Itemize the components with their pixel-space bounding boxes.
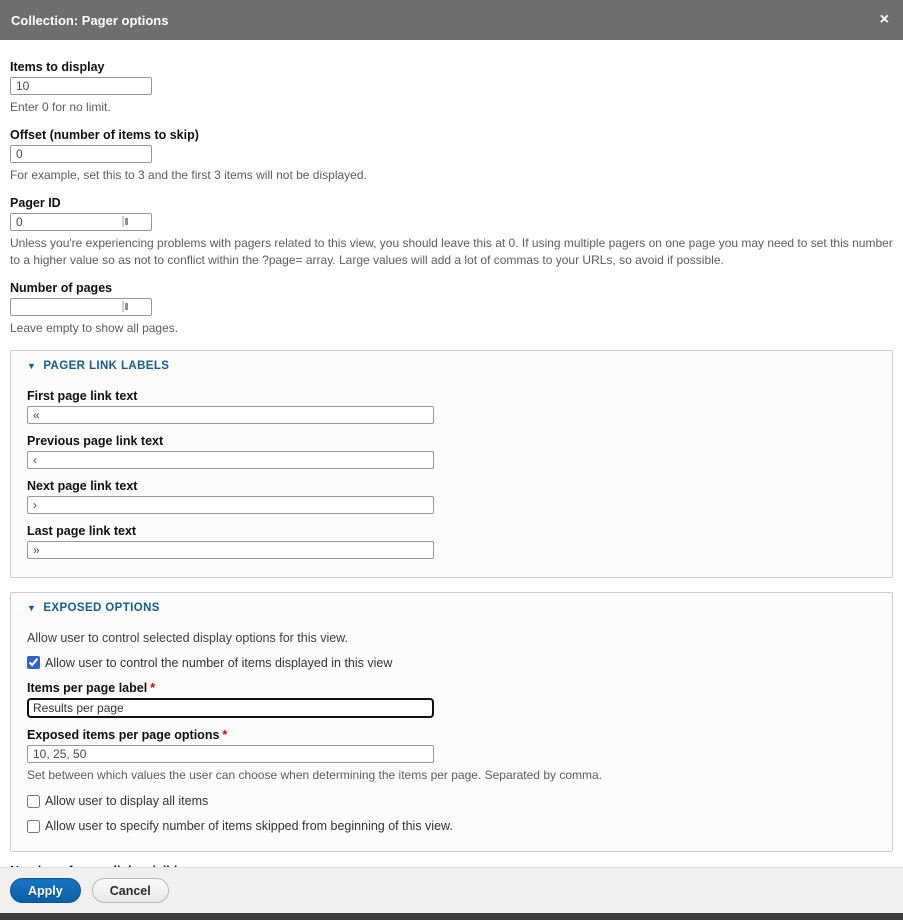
required-asterisk: *	[222, 728, 227, 742]
number-of-pages-help: Leave empty to show all pages.	[10, 320, 893, 336]
exposed-items-options-help: Set between which values the user can ch…	[27, 767, 876, 783]
pager-link-labels-legend-text: PAGER LINK LABELS	[43, 360, 169, 372]
control-items-checkbox[interactable]	[27, 656, 40, 669]
apply-button[interactable]: Apply	[10, 878, 81, 903]
specify-skipped-checkbox-row: Allow user to specify number of items sk…	[27, 819, 876, 833]
pager-id-field: Pager ID Unless you're experiencing prob…	[10, 196, 893, 267]
previous-page-link-field: Previous page link text	[27, 434, 876, 469]
previous-page-link-label: Previous page link text	[27, 434, 876, 448]
pager-id-label: Pager ID	[10, 196, 893, 210]
control-items-checkbox-row: Allow user to control the number of item…	[27, 656, 876, 670]
next-page-link-label: Next page link text	[27, 479, 876, 493]
number-of-pages-label: Number of pages	[10, 281, 893, 295]
offset-help: For example, set this to 3 and the first…	[10, 167, 893, 183]
dialog-titlebar: Collection: Pager options ×	[0, 0, 903, 40]
display-all-checkbox[interactable]	[27, 795, 40, 808]
items-to-display-label: Items to display	[10, 60, 893, 74]
exposed-items-options-label: Exposed items per page options*	[27, 728, 876, 742]
offset-input[interactable]	[10, 145, 152, 163]
dialog-title: Collection: Pager options	[11, 13, 880, 28]
display-all-checkbox-row: Allow user to display all items	[27, 794, 876, 808]
exposed-options-description: Allow user to control selected display o…	[27, 631, 876, 645]
first-page-link-input[interactable]	[27, 406, 434, 424]
spinner-icon[interactable]	[122, 216, 128, 227]
offset-label: Offset (number of items to skip)	[10, 128, 893, 142]
exposed-items-options-field: Exposed items per page options* Set betw…	[27, 728, 876, 783]
chevron-down-icon: ▼	[27, 603, 36, 613]
previous-page-link-input[interactable]	[27, 451, 434, 469]
dialog-footer: Apply Cancel	[0, 867, 903, 913]
display-all-checkbox-label[interactable]: Allow user to display all items	[45, 794, 208, 808]
specify-skipped-checkbox-label[interactable]: Allow user to specify number of items sk…	[45, 819, 453, 833]
cancel-button[interactable]: Cancel	[92, 878, 169, 903]
page-behind-strip	[0, 913, 903, 920]
spinner-icon[interactable]	[122, 301, 128, 312]
number-of-pages-field: Number of pages Leave empty to show all …	[10, 281, 893, 336]
last-page-link-field: Last page link text	[27, 524, 876, 559]
dialog-body: Items to display Enter 0 for no limit. O…	[0, 40, 903, 867]
last-page-link-label: Last page link text	[27, 524, 876, 538]
pager-link-labels-legend[interactable]: ▼ PAGER LINK LABELS	[27, 360, 876, 372]
items-per-page-label-label: Items per page label*	[27, 681, 876, 695]
chevron-down-icon: ▼	[27, 361, 36, 371]
items-to-display-field: Items to display Enter 0 for no limit.	[10, 60, 893, 115]
offset-field: Offset (number of items to skip) For exa…	[10, 128, 893, 183]
last-page-link-input[interactable]	[27, 541, 434, 559]
control-items-checkbox-label[interactable]: Allow user to control the number of item…	[45, 656, 392, 670]
exposed-options-fieldset: ▼ EXPOSED OPTIONS Allow user to control …	[10, 592, 893, 852]
pager-id-input[interactable]	[10, 213, 152, 231]
items-per-page-label-input[interactable]	[27, 698, 434, 718]
items-per-page-label-field: Items per page label*	[27, 681, 876, 718]
items-to-display-help: Enter 0 for no limit.	[10, 99, 893, 115]
first-page-link-field: First page link text	[27, 389, 876, 424]
specify-skipped-checkbox[interactable]	[27, 820, 40, 833]
exposed-options-legend[interactable]: ▼ EXPOSED OPTIONS	[27, 602, 876, 614]
number-of-pages-input[interactable]	[10, 298, 152, 316]
first-page-link-label: First page link text	[27, 389, 876, 403]
pager-link-labels-fieldset: ▼ PAGER LINK LABELS First page link text…	[10, 350, 893, 578]
close-icon[interactable]: ×	[880, 12, 889, 28]
items-to-display-input[interactable]	[10, 77, 152, 95]
exposed-options-legend-text: EXPOSED OPTIONS	[43, 602, 160, 614]
next-page-link-input[interactable]	[27, 496, 434, 514]
exposed-items-options-input[interactable]	[27, 745, 434, 763]
next-page-link-field: Next page link text	[27, 479, 876, 514]
pager-id-help: Unless you're experiencing problems with…	[10, 235, 893, 267]
required-asterisk: *	[150, 681, 155, 695]
